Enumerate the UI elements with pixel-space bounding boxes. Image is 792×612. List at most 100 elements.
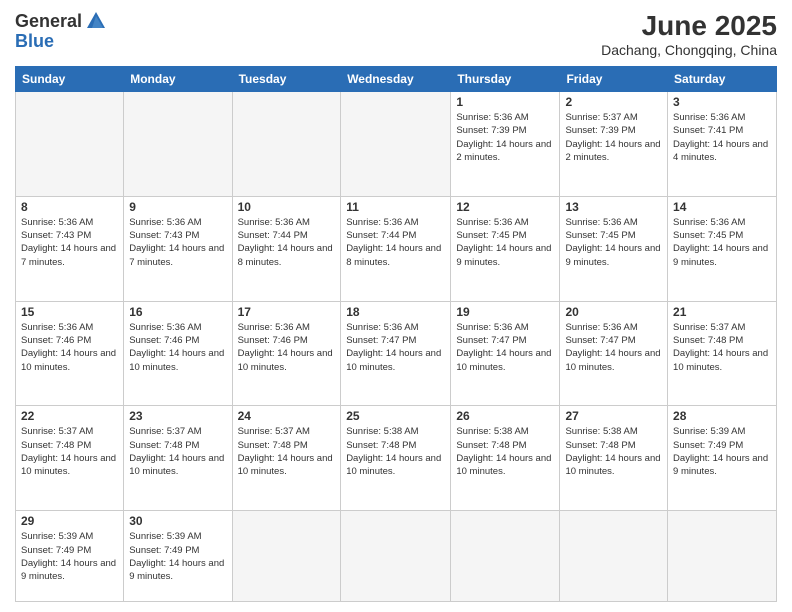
calendar-cell: 1 Sunrise: 5:36 AMSunset: 7:39 PMDaylight… <box>451 92 560 197</box>
logo-general: General <box>15 12 82 30</box>
calendar-cell <box>16 92 124 197</box>
day-number: 20 <box>565 305 662 319</box>
calendar-cell: 15 Sunrise: 5:36 AMSunset: 7:46 PMDayligh… <box>16 301 124 406</box>
day-number: 9 <box>129 200 226 214</box>
day-info: Sunrise: 5:37 AMSunset: 7:48 PMDaylight:… <box>21 425 118 478</box>
calendar-cell <box>341 92 451 197</box>
logo-blue: Blue <box>15 32 54 50</box>
day-number: 15 <box>21 305 118 319</box>
day-number: 17 <box>238 305 336 319</box>
day-number: 8 <box>21 200 118 214</box>
day-header-friday: Friday <box>560 67 668 92</box>
calendar-cell: 10 Sunrise: 5:36 AMSunset: 7:44 PMDayligh… <box>232 196 341 301</box>
day-number: 22 <box>21 409 118 423</box>
day-info: Sunrise: 5:37 AMSunset: 7:48 PMDaylight:… <box>673 321 771 374</box>
day-info: Sunrise: 5:36 AMSunset: 7:45 PMDaylight:… <box>456 216 554 269</box>
day-header-thursday: Thursday <box>451 67 560 92</box>
calendar-table: SundayMondayTuesdayWednesdayThursdayFrid… <box>15 66 777 602</box>
day-header-sunday: Sunday <box>16 67 124 92</box>
calendar-cell: 14 Sunrise: 5:36 AMSunset: 7:45 PMDayligh… <box>668 196 777 301</box>
week-row-4: 22 Sunrise: 5:37 AMSunset: 7:48 PMDayligh… <box>16 406 777 511</box>
calendar-cell: 27Sunrise: 5:38 AMSunset: 7:48 PMDayligh… <box>560 406 668 511</box>
calendar-cell: 13Sunrise: 5:36 AMSunset: 7:45 PMDayligh… <box>560 196 668 301</box>
logo: General Blue <box>15 10 107 50</box>
calendar-cell <box>668 511 777 602</box>
day-info: Sunrise: 5:36 AMSunset: 7:46 PMDaylight:… <box>129 321 226 374</box>
calendar-cell: 26 Sunrise: 5:38 AMSunset: 7:48 PMDayligh… <box>451 406 560 511</box>
header: General Blue June 2025 Dachang, Chongqin… <box>15 10 777 58</box>
calendar-cell: 19 Sunrise: 5:36 AMSunset: 7:47 PMDayligh… <box>451 301 560 406</box>
page: General Blue June 2025 Dachang, Chongqin… <box>0 0 792 612</box>
day-number: 19 <box>456 305 554 319</box>
day-info: Sunrise: 5:37 AMSunset: 7:48 PMDaylight:… <box>129 425 226 478</box>
day-info: Sunrise: 5:36 AMSunset: 7:46 PMDaylight:… <box>21 321 118 374</box>
day-number: 29 <box>21 514 118 528</box>
day-number: 23 <box>129 409 226 423</box>
day-info: Sunrise: 5:36 AMSunset: 7:47 PMDaylight:… <box>346 321 445 374</box>
day-info: Sunrise: 5:36 AMSunset: 7:44 PMDaylight:… <box>346 216 445 269</box>
calendar-cell: 29 Sunrise: 5:39 AMSunset: 7:49 PMDayligh… <box>16 511 124 602</box>
day-number: 2 <box>565 95 662 109</box>
calendar-cell: 21 Sunrise: 5:37 AMSunset: 7:48 PMDayligh… <box>668 301 777 406</box>
day-info: Sunrise: 5:39 AMSunset: 7:49 PMDaylight:… <box>129 530 226 583</box>
day-number: 26 <box>456 409 554 423</box>
day-number: 28 <box>673 409 771 423</box>
day-number: 12 <box>456 200 554 214</box>
day-info: Sunrise: 5:36 AMSunset: 7:45 PMDaylight:… <box>565 216 662 269</box>
day-number: 16 <box>129 305 226 319</box>
day-info: Sunrise: 5:39 AMSunset: 7:49 PMDaylight:… <box>673 425 771 478</box>
day-number: 11 <box>346 200 445 214</box>
day-info: Sunrise: 5:38 AMSunset: 7:48 PMDaylight:… <box>346 425 445 478</box>
calendar-cell <box>451 511 560 602</box>
calendar-cell: 8 Sunrise: 5:36 AMSunset: 7:43 PMDaylight… <box>16 196 124 301</box>
calendar-cell: 20 Sunrise: 5:36 AMSunset: 7:47 PMDayligh… <box>560 301 668 406</box>
day-number: 27 <box>565 409 662 423</box>
day-number: 21 <box>673 305 771 319</box>
day-info: Sunrise: 5:36 AMSunset: 7:43 PMDaylight:… <box>129 216 226 269</box>
day-header-tuesday: Tuesday <box>232 67 341 92</box>
day-number: 10 <box>238 200 336 214</box>
day-header-saturday: Saturday <box>668 67 777 92</box>
day-info: Sunrise: 5:36 AMSunset: 7:46 PMDaylight:… <box>238 321 336 374</box>
calendar-cell: 28 Sunrise: 5:39 AMSunset: 7:49 PMDayligh… <box>668 406 777 511</box>
day-number: 30 <box>129 514 226 528</box>
calendar-cell: 17 Sunrise: 5:36 AMSunset: 7:46 PMDayligh… <box>232 301 341 406</box>
days-header-row: SundayMondayTuesdayWednesdayThursdayFrid… <box>16 67 777 92</box>
day-info: Sunrise: 5:36 AMSunset: 7:39 PMDaylight:… <box>456 111 554 164</box>
month-title: June 2025 <box>601 10 777 42</box>
calendar-cell: 22 Sunrise: 5:37 AMSunset: 7:48 PMDayligh… <box>16 406 124 511</box>
calendar-cell <box>232 92 341 197</box>
day-info: Sunrise: 5:36 AMSunset: 7:44 PMDaylight:… <box>238 216 336 269</box>
calendar-cell: 16 Sunrise: 5:36 AMSunset: 7:46 PMDayligh… <box>124 301 232 406</box>
day-info: Sunrise: 5:38 AMSunset: 7:48 PMDaylight:… <box>456 425 554 478</box>
calendar-cell: 25Sunrise: 5:38 AMSunset: 7:48 PMDayligh… <box>341 406 451 511</box>
calendar-cell: 12 Sunrise: 5:36 AMSunset: 7:45 PMDayligh… <box>451 196 560 301</box>
day-info: Sunrise: 5:36 AMSunset: 7:43 PMDaylight:… <box>21 216 118 269</box>
day-number: 18 <box>346 305 445 319</box>
week-row-1: 1 Sunrise: 5:36 AMSunset: 7:39 PMDaylight… <box>16 92 777 197</box>
calendar-cell: 9 Sunrise: 5:36 AMSunset: 7:43 PMDaylight… <box>124 196 232 301</box>
day-info: Sunrise: 5:36 AMSunset: 7:47 PMDaylight:… <box>565 321 662 374</box>
title-block: June 2025 Dachang, Chongqing, China <box>601 10 777 58</box>
calendar-cell: 23 Sunrise: 5:37 AMSunset: 7:48 PMDayligh… <box>124 406 232 511</box>
calendar-cell <box>124 92 232 197</box>
calendar-cell <box>560 511 668 602</box>
day-info: Sunrise: 5:36 AMSunset: 7:45 PMDaylight:… <box>673 216 771 269</box>
day-info: Sunrise: 5:36 AMSunset: 7:47 PMDaylight:… <box>456 321 554 374</box>
calendar-cell: 18 Sunrise: 5:36 AMSunset: 7:47 PMDayligh… <box>341 301 451 406</box>
calendar-cell: 2 Sunrise: 5:37 AMSunset: 7:39 PMDaylight… <box>560 92 668 197</box>
calendar-cell: 24 Sunrise: 5:37 AMSunset: 7:48 PMDayligh… <box>232 406 341 511</box>
day-header-monday: Monday <box>124 67 232 92</box>
day-info: Sunrise: 5:37 AMSunset: 7:48 PMDaylight:… <box>238 425 336 478</box>
day-number: 24 <box>238 409 336 423</box>
calendar-cell: 30 Sunrise: 5:39 AMSunset: 7:49 PMDayligh… <box>124 511 232 602</box>
day-header-wednesday: Wednesday <box>341 67 451 92</box>
calendar-cell <box>341 511 451 602</box>
logo-icon <box>85 10 107 32</box>
day-number: 1 <box>456 95 554 109</box>
day-number: 14 <box>673 200 771 214</box>
day-info: Sunrise: 5:39 AMSunset: 7:49 PMDaylight:… <box>21 530 118 583</box>
calendar-cell: 11 Sunrise: 5:36 AMSunset: 7:44 PMDayligh… <box>341 196 451 301</box>
week-row-2: 8 Sunrise: 5:36 AMSunset: 7:43 PMDaylight… <box>16 196 777 301</box>
day-info: Sunrise: 5:37 AMSunset: 7:39 PMDaylight:… <box>565 111 662 164</box>
